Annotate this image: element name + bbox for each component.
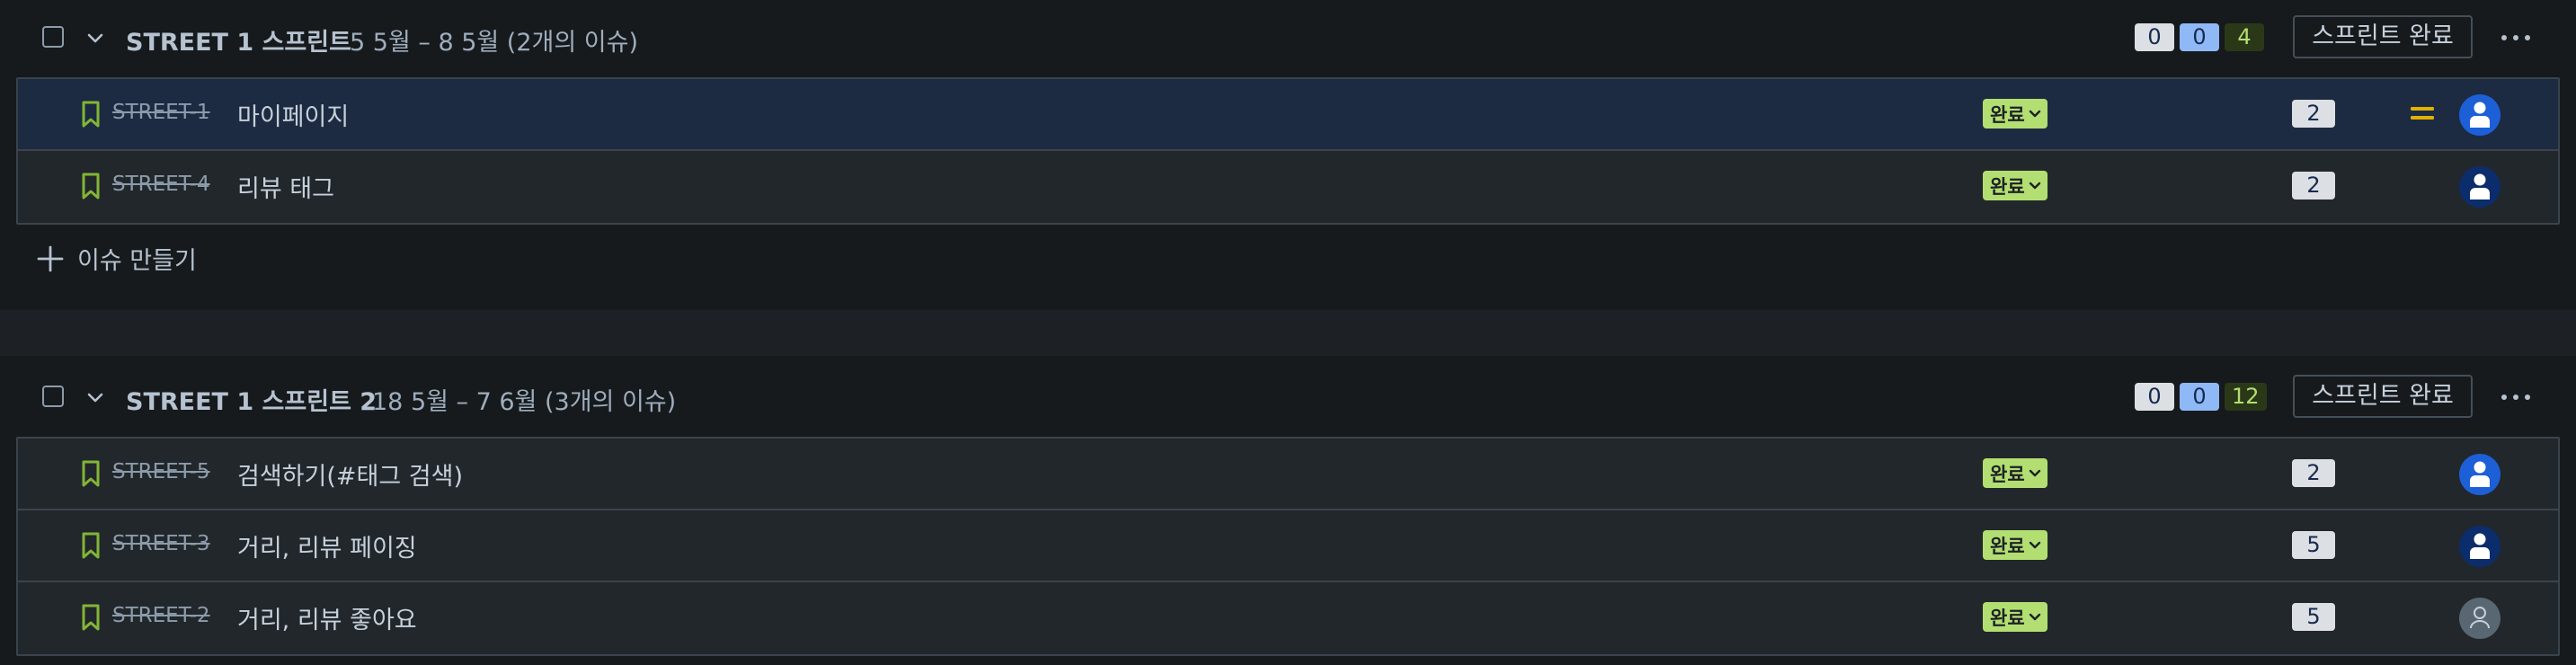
chevron-down-icon bbox=[2029, 182, 2040, 189]
status-label: 완료 bbox=[1990, 535, 2025, 557]
in-progress-count-badge: 0 bbox=[2180, 23, 2219, 51]
sprint-dates: 18 5월 – 7 6월 (3개의 이슈) bbox=[372, 388, 677, 416]
issue-counts: 0 0 12 bbox=[2135, 383, 2267, 411]
sprint-section: STREET 1 스프린트 2 18 5월 – 7 6월 (3개의 이슈) 0 … bbox=[0, 356, 2576, 665]
sprint-dates: 5 5월 – 8 5월 (2개의 이슈) bbox=[350, 29, 638, 57]
user-icon bbox=[2459, 94, 2500, 136]
sprint-title: STREET 1 스프린트 bbox=[126, 29, 351, 57]
chevron-down-icon bbox=[2029, 613, 2040, 620]
assignee-avatar[interactable] bbox=[2459, 94, 2500, 136]
chevron-down-icon bbox=[2029, 110, 2040, 117]
user-icon bbox=[2459, 526, 2500, 567]
sprint-header: STREET 1 스프린트 5 5월 – 8 5월 (2개의 이슈) 0 0 4… bbox=[0, 0, 2576, 75]
issue-summary[interactable]: 마이페이지 bbox=[237, 97, 349, 132]
issue-list: STREET-5 검색하기(#태그 검색) 완료 2 STREET-3 거리, … bbox=[16, 437, 2560, 656]
issue-row[interactable]: STREET-3 거리, 리뷰 페이징 완료 5 bbox=[18, 510, 2558, 582]
issue-summary[interactable]: 거리, 리뷰 좋아요 bbox=[237, 600, 417, 635]
issue-summary[interactable]: 리뷰 태그 bbox=[237, 169, 334, 204]
priority-medium-icon bbox=[2411, 107, 2434, 120]
issue-row[interactable]: STREET-2 거리, 리뷰 좋아요 완료 5 bbox=[18, 582, 2558, 654]
issue-summary[interactable]: 검색하기(#태그 검색) bbox=[237, 457, 463, 492]
chevron-down-icon[interactable] bbox=[84, 386, 106, 408]
story-icon bbox=[82, 460, 100, 487]
sprint-checkbox[interactable] bbox=[42, 26, 64, 48]
assignee-avatar[interactable] bbox=[2459, 454, 2500, 495]
story-points-badge[interactable]: 5 bbox=[2292, 603, 2335, 631]
status-label: 완료 bbox=[1990, 175, 2025, 198]
status-dropdown[interactable]: 완료 bbox=[1983, 458, 2047, 488]
unassigned-user-icon bbox=[2459, 598, 2500, 639]
todo-count-badge: 0 bbox=[2135, 23, 2174, 51]
done-count-badge: 12 bbox=[2225, 383, 2267, 411]
story-points-badge[interactable]: 2 bbox=[2292, 172, 2335, 200]
done-count-badge: 4 bbox=[2225, 23, 2264, 51]
more-icon[interactable] bbox=[2493, 379, 2538, 415]
issue-row[interactable]: STREET-5 검색하기(#태그 검색) 완료 2 bbox=[18, 439, 2558, 510]
todo-count-badge: 0 bbox=[2135, 383, 2174, 411]
issue-key[interactable]: STREET-1 bbox=[112, 101, 210, 124]
story-icon bbox=[82, 173, 100, 200]
create-issue-label: 이슈 만들기 bbox=[77, 247, 197, 275]
assignee-avatar[interactable] bbox=[2459, 526, 2500, 567]
status-label: 완료 bbox=[1990, 103, 2025, 126]
plus-icon bbox=[37, 245, 64, 271]
sprint-title: STREET 1 스프린트 2 bbox=[126, 388, 378, 416]
story-icon bbox=[82, 604, 100, 631]
issue-key[interactable]: STREET-5 bbox=[112, 460, 210, 483]
more-icon[interactable] bbox=[2493, 20, 2538, 56]
issue-row[interactable]: STREET-4 리뷰 태그 완료 2 bbox=[18, 151, 2558, 223]
assignee-avatar[interactable] bbox=[2459, 598, 2500, 639]
story-icon bbox=[82, 101, 100, 128]
story-points-badge[interactable]: 5 bbox=[2292, 531, 2335, 559]
status-label: 완료 bbox=[1990, 463, 2025, 485]
sprint-section: STREET 1 스프린트 5 5월 – 8 5월 (2개의 이슈) 0 0 4… bbox=[0, 0, 2576, 310]
status-dropdown[interactable]: 완료 bbox=[1983, 99, 2047, 129]
story-points-badge[interactable]: 2 bbox=[2292, 100, 2335, 128]
assignee-avatar[interactable] bbox=[2459, 166, 2500, 208]
issue-key[interactable]: STREET-3 bbox=[112, 532, 210, 555]
story-icon bbox=[82, 532, 100, 559]
complete-sprint-button[interactable]: 스프린트 완료 bbox=[2293, 15, 2473, 58]
issue-summary[interactable]: 거리, 리뷰 페이징 bbox=[237, 528, 417, 563]
issue-row[interactable]: STREET-1 마이페이지 완료 2 bbox=[18, 79, 2558, 151]
sprint-header: STREET 1 스프린트 2 18 5월 – 7 6월 (3개의 이슈) 0 … bbox=[0, 356, 2576, 435]
issue-key[interactable]: STREET-2 bbox=[112, 604, 210, 627]
chevron-down-icon bbox=[2029, 469, 2040, 476]
status-dropdown[interactable]: 완료 bbox=[1983, 530, 2047, 560]
issue-counts: 0 0 4 bbox=[2135, 23, 2264, 51]
sprint-checkbox[interactable] bbox=[42, 386, 64, 407]
complete-sprint-button[interactable]: 스프린트 완료 bbox=[2293, 375, 2473, 418]
issue-key[interactable]: STREET-4 bbox=[112, 173, 210, 196]
user-icon bbox=[2459, 166, 2500, 208]
status-dropdown[interactable]: 완료 bbox=[1983, 602, 2047, 632]
chevron-down-icon bbox=[2029, 541, 2040, 548]
status-dropdown[interactable]: 완료 bbox=[1983, 171, 2047, 200]
create-issue-button[interactable]: 이슈 만들기 bbox=[36, 241, 197, 276]
issue-list: STREET-1 마이페이지 완료 2 STREET-4 리뷰 태그 완료 2 bbox=[16, 77, 2560, 225]
story-points-badge[interactable]: 2 bbox=[2292, 459, 2335, 487]
in-progress-count-badge: 0 bbox=[2180, 383, 2219, 411]
chevron-down-icon[interactable] bbox=[84, 27, 106, 49]
status-label: 완료 bbox=[1990, 607, 2025, 629]
user-icon bbox=[2459, 454, 2500, 495]
